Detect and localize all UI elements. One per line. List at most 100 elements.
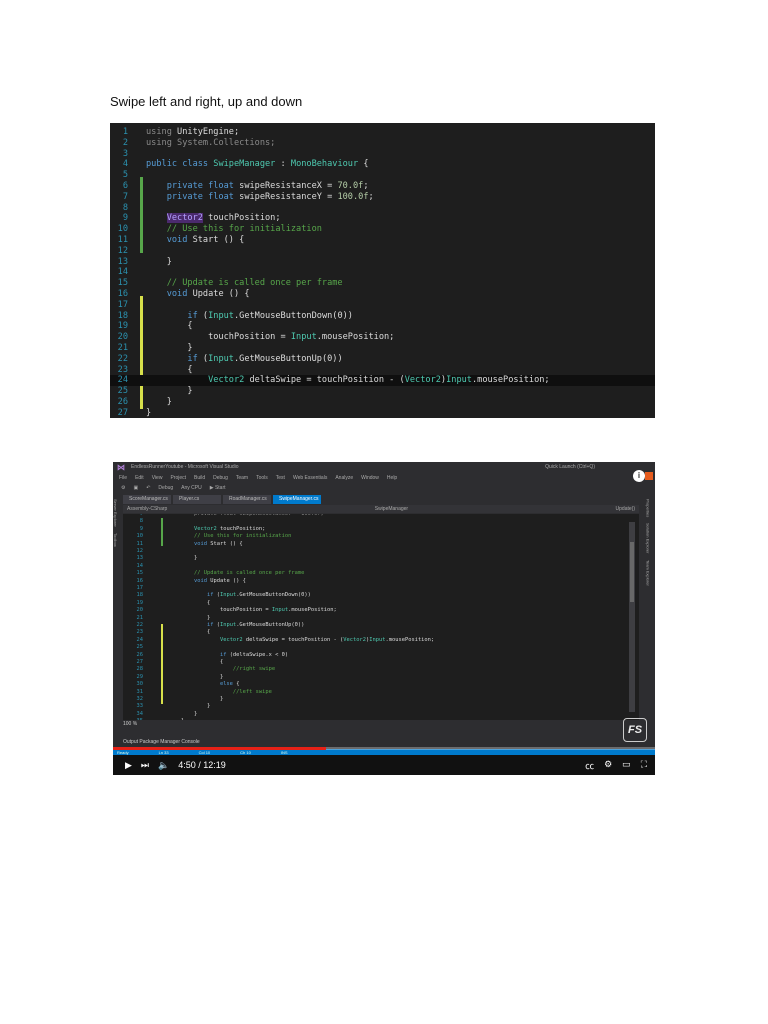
code-token: Input bbox=[208, 310, 234, 321]
code-token: .GetMouseButtonUp(0)) bbox=[233, 353, 343, 364]
solution-explorer-tab[interactable]: Solution Explorer bbox=[646, 523, 651, 553]
code-line: 19 { bbox=[123, 600, 639, 607]
file-tab[interactable]: ScoreManager.cs bbox=[123, 495, 171, 504]
info-icon[interactable]: i bbox=[633, 470, 645, 482]
menu-item-view[interactable]: View bbox=[152, 475, 163, 481]
project-dropdown[interactable]: Assembly-CSharp bbox=[127, 506, 167, 512]
visual-studio-logo-icon: ⋈ bbox=[117, 462, 125, 472]
line-number: 18 bbox=[117, 310, 128, 321]
code-line: 21 } bbox=[123, 615, 639, 622]
member-dropdown[interactable]: Update() bbox=[616, 506, 635, 512]
properties-tab[interactable]: Properties bbox=[646, 499, 651, 517]
volume-icon[interactable]: 🔈 bbox=[158, 760, 169, 771]
video-progress-bar[interactable] bbox=[113, 747, 655, 750]
start-button[interactable]: ▶ Start bbox=[210, 485, 226, 491]
code-text: //right swipe bbox=[181, 666, 275, 673]
code-token: void bbox=[181, 577, 211, 584]
output-tabs[interactable]: Output Package Manager Console bbox=[123, 739, 200, 745]
file-tab[interactable]: SwipeManager.cs bbox=[273, 495, 321, 504]
video-time: 4:50 / 12:19 bbox=[178, 760, 226, 770]
line-number: 2 bbox=[122, 137, 128, 148]
team-explorer-tab[interactable]: Team Explorer bbox=[646, 560, 651, 586]
code-line: 22 if (Input.GetMouseButtonUp(0)) bbox=[123, 622, 639, 629]
code-token: if bbox=[181, 592, 217, 599]
menu-item-debug[interactable]: Debug bbox=[213, 475, 228, 481]
theater-mode-icon[interactable]: ▭ bbox=[622, 759, 631, 772]
menu-item-project[interactable]: Project bbox=[170, 475, 186, 481]
save-icon[interactable]: ▣ bbox=[133, 485, 138, 491]
fullscreen-icon[interactable]: ⛶ bbox=[641, 759, 647, 772]
line-number: 26 bbox=[117, 397, 128, 407]
settings-icon[interactable]: ⚙ bbox=[121, 485, 125, 491]
menu-item-build[interactable]: Build bbox=[194, 475, 205, 481]
platform-select[interactable]: Any CPU bbox=[181, 485, 202, 491]
menu-item-edit[interactable]: Edit bbox=[135, 475, 144, 481]
code-line: 3 bbox=[110, 149, 655, 160]
settings-icon[interactable]: ⚙ bbox=[604, 759, 612, 772]
code-token: Input bbox=[446, 375, 472, 386]
code-text: using UnityEngine; bbox=[146, 127, 239, 138]
file-tab[interactable]: Player.cs bbox=[173, 495, 221, 504]
code-line: 16 void Update () { bbox=[123, 578, 639, 585]
menu-item-team[interactable]: Team bbox=[236, 475, 248, 481]
code-token: { bbox=[181, 599, 211, 606]
code-token: 100.0f bbox=[337, 191, 369, 202]
next-icon[interactable]: ⏭ bbox=[141, 760, 149, 771]
code-line: 31 //left swipe bbox=[123, 689, 639, 696]
file-tab[interactable]: RoadManager.cs bbox=[223, 495, 271, 504]
code-token: (deltaSwipe.x < 0) bbox=[229, 651, 289, 658]
code-line: 11 void Start () { bbox=[123, 541, 639, 548]
code-token: { bbox=[181, 659, 224, 665]
code-token: void bbox=[146, 235, 193, 245]
vertical-scrollbar[interactable] bbox=[629, 522, 635, 712]
server-explorer-tab[interactable]: Server Explorer bbox=[113, 499, 118, 527]
quick-launch-input[interactable]: Quick Launch (Ctrl+Q) bbox=[545, 464, 595, 470]
line-number: 23 bbox=[136, 629, 144, 636]
undo-icon[interactable]: ↶ bbox=[146, 485, 150, 491]
feedback-icon[interactable] bbox=[645, 472, 653, 480]
code-token: Vector2 bbox=[193, 525, 217, 532]
code-token: if bbox=[181, 651, 230, 658]
menu-item-tools[interactable]: Tools bbox=[256, 475, 268, 481]
line-number: 7 bbox=[122, 191, 128, 202]
menu-item-file[interactable]: File bbox=[119, 475, 127, 481]
code-token: Update () { bbox=[192, 289, 250, 299]
code-editor[interactable]: 7 private float swipeResistanceY = 100.0… bbox=[123, 514, 639, 720]
code-token: Vector2 bbox=[166, 213, 203, 224]
line-number: 13 bbox=[136, 555, 144, 562]
line-number: 34 bbox=[136, 710, 144, 717]
menu-item-analyze[interactable]: Analyze bbox=[335, 475, 353, 481]
class-dropdown[interactable]: SwipeManager bbox=[375, 506, 408, 512]
code-line: 15 // Update is called once per frame bbox=[110, 278, 655, 289]
code-token: .GetMouseButtonUp(0)) bbox=[236, 622, 305, 628]
code-token: // Update is called once per frame bbox=[181, 570, 305, 577]
right-side-panel: Properties Solution Explorer Team Explor… bbox=[641, 495, 655, 730]
toolbox-tab[interactable]: Toolbox bbox=[113, 533, 118, 547]
line-number: 16 bbox=[136, 577, 144, 584]
code-token: } bbox=[181, 703, 211, 710]
menu-item-help[interactable]: Help bbox=[387, 475, 397, 481]
code-line: 8 bbox=[110, 203, 655, 214]
code-text: } bbox=[181, 703, 210, 710]
line-number: 11 bbox=[117, 235, 128, 245]
menu-item-test[interactable]: Test bbox=[276, 475, 285, 481]
code-line: 18 if (Input.GetMouseButtonDown(0)) bbox=[123, 592, 639, 599]
line-number: 27 bbox=[117, 407, 128, 418]
code-token: : bbox=[275, 159, 291, 170]
code-line: 33 } bbox=[123, 703, 639, 710]
section-heading: Swipe left and right, up and down bbox=[110, 94, 303, 109]
play-icon[interactable]: ▶ bbox=[125, 760, 132, 771]
line-number: 10 bbox=[117, 224, 128, 235]
code-line: 7 private float swipeResistanceY = 100.0… bbox=[110, 192, 655, 203]
left-side-panel: Server Explorer Toolbox bbox=[113, 495, 121, 730]
zoom-level[interactable]: 100 % bbox=[123, 721, 137, 727]
menu-item-window[interactable]: Window bbox=[361, 475, 379, 481]
line-number: 22 bbox=[136, 622, 144, 628]
captions-icon[interactable]: ㏄ bbox=[585, 759, 594, 772]
line-number: 20 bbox=[136, 607, 144, 614]
code-token: } bbox=[146, 343, 193, 353]
config-select[interactable]: Debug bbox=[158, 485, 173, 491]
menu-item-web-essentials[interactable]: Web Essentials bbox=[293, 475, 327, 481]
line-number: 6 bbox=[122, 181, 128, 191]
